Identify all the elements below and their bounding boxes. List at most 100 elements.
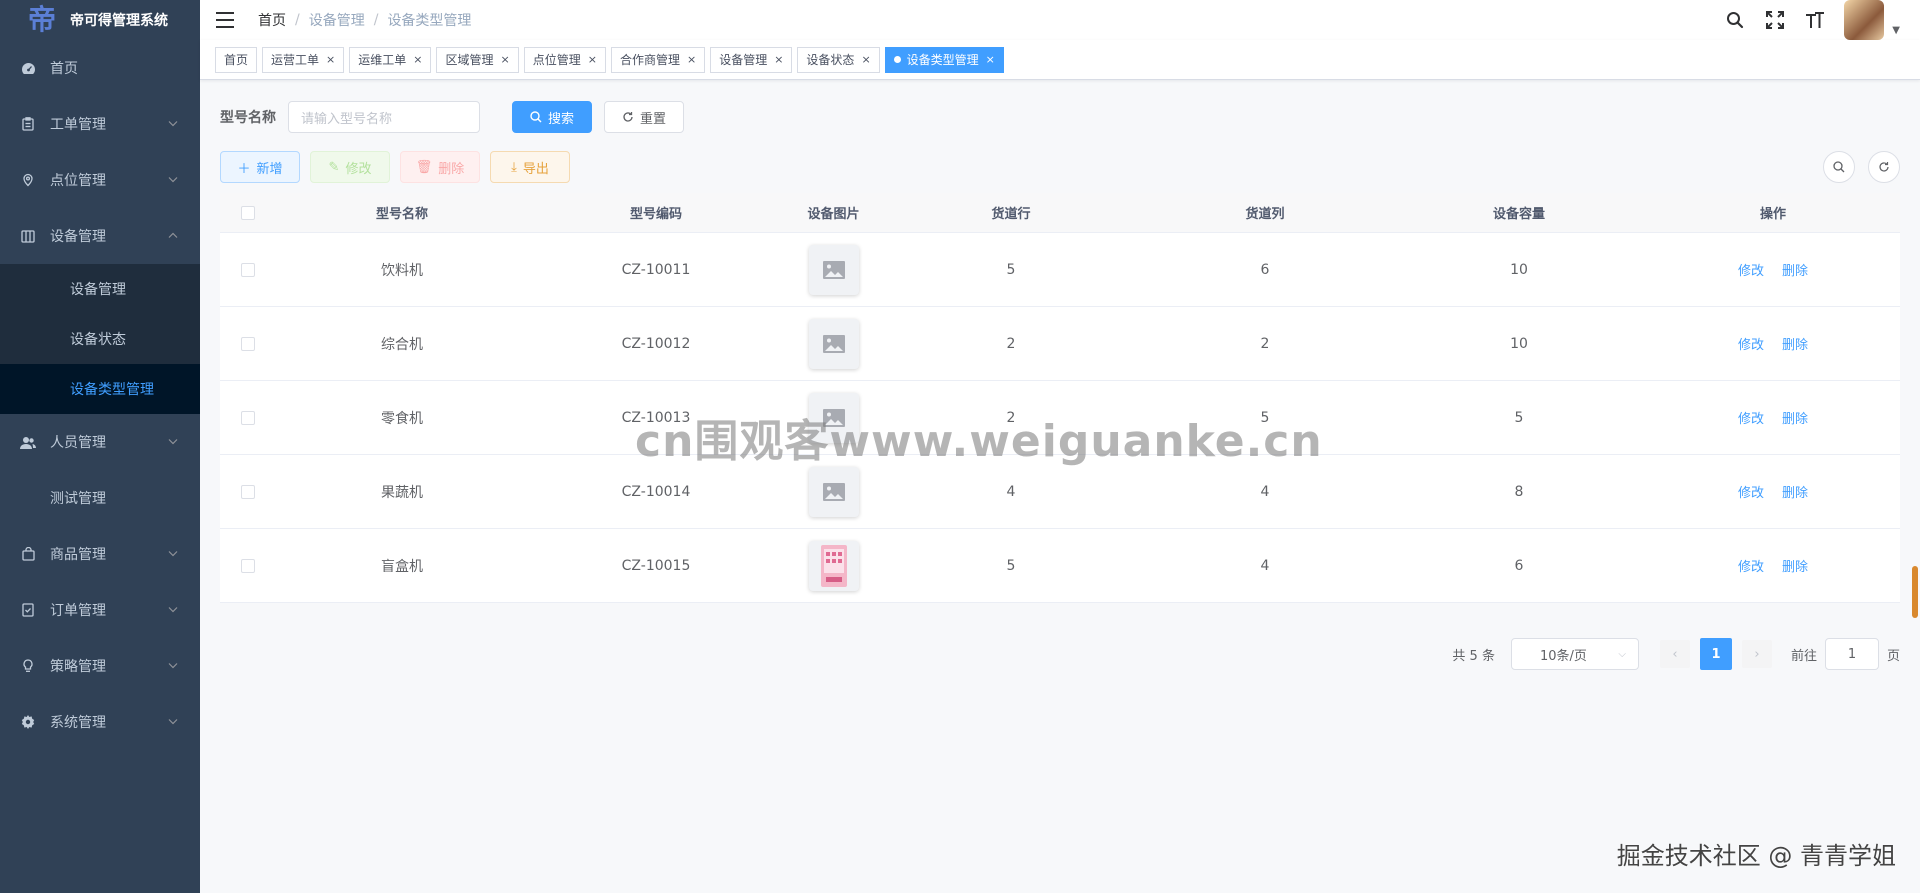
image-placeholder-icon[interactable]	[808, 244, 859, 295]
tab-0[interactable]: 首页	[215, 46, 258, 73]
row-delete-link[interactable]: 删除	[1782, 556, 1808, 575]
tab-label: 运维工单	[358, 53, 407, 67]
sidebar-item[interactable]: 策略管理	[0, 638, 200, 694]
tab-8[interactable]: 设备类型管理 ×	[884, 46, 1004, 73]
image-placeholder-icon[interactable]	[808, 318, 859, 369]
search-button[interactable]: 搜索	[512, 101, 592, 133]
column-header[interactable]: 型号编码	[529, 193, 783, 232]
column-header[interactable]: 型号名称	[275, 193, 529, 232]
row-checkbox[interactable]	[240, 410, 255, 425]
sidebar-item[interactable]: 测试管理	[0, 470, 200, 526]
close-icon[interactable]: ×	[501, 53, 510, 66]
lane-cols-cell: 2	[1260, 335, 1270, 352]
row-edit-link[interactable]: 修改	[1738, 334, 1764, 353]
model-name-input[interactable]: 请输入型号名称	[288, 101, 480, 133]
sidebar-subitem[interactable]: 设备状态	[0, 314, 200, 364]
close-icon[interactable]: ×	[326, 53, 335, 66]
close-icon[interactable]: ×	[413, 53, 422, 66]
export-button[interactable]: ⤓ 导出	[490, 151, 570, 183]
edit-button[interactable]: ✎ 修改	[310, 151, 390, 183]
device-image[interactable]	[808, 540, 859, 591]
sidebar-item[interactable]: 商品管理	[0, 526, 200, 582]
table-row[interactable]: 综合机 CZ-10012 2 2 10 修改 删除	[220, 307, 1900, 381]
font-size-icon[interactable]	[1804, 9, 1826, 31]
column-header[interactable]: 货道行	[884, 193, 1138, 232]
page-number-button[interactable]: 1	[1699, 638, 1732, 670]
page-size-select[interactable]: 10条/页 ⌵	[1510, 638, 1639, 670]
main-content: 型号名称 请输入型号名称 搜索 重置 ＋ 新增 ✎ 修改 🗑 删除 ⤓ 导出 型号名称 …	[200, 81, 1920, 893]
column-header[interactable]: 设备容量	[1392, 193, 1646, 232]
clipboard-icon	[20, 116, 36, 132]
table-row[interactable]: 零食机 CZ-10013 2 5 5 修改 删除	[220, 381, 1900, 455]
table-row[interactable]: 果蔬机 CZ-10014 4 4 8 修改 删除	[220, 455, 1900, 529]
prev-page-button[interactable]: ‹	[1659, 640, 1690, 668]
sidebar-toggle-icon[interactable]	[216, 12, 234, 28]
sidebar-item[interactable]: 工单管理	[0, 96, 200, 152]
close-icon[interactable]: ×	[687, 53, 696, 66]
row-checkbox[interactable]	[240, 484, 255, 499]
tab-5[interactable]: 合作商管理 ×	[610, 46, 706, 73]
table-row[interactable]: 饮料机 CZ-10011 5 6 10 修改 删除	[220, 233, 1900, 307]
select-all-checkbox[interactable]	[240, 205, 255, 220]
tab-4[interactable]: 点位管理 ×	[523, 46, 606, 73]
row-edit-link[interactable]: 修改	[1738, 260, 1764, 279]
chevron-down-icon	[168, 175, 178, 186]
tab-1[interactable]: 运营工单 ×	[262, 46, 345, 73]
row-edit-link[interactable]: 修改	[1738, 556, 1764, 575]
toggle-search-button[interactable]	[1823, 151, 1855, 183]
sidebar-item[interactable]: 系统管理	[0, 694, 200, 750]
image-placeholder-icon[interactable]	[808, 466, 859, 517]
row-delete-link[interactable]: 删除	[1782, 334, 1808, 353]
bulb-icon	[20, 658, 36, 674]
sidebar-item[interactable]: 订单管理	[0, 582, 200, 638]
next-page-button[interactable]: ›	[1741, 640, 1772, 668]
app-logo[interactable]: 帝 帝可得管理系统	[0, 0, 200, 40]
sidebar-item[interactable]: 人员管理	[0, 414, 200, 470]
row-checkbox[interactable]	[240, 336, 255, 351]
sidebar-item[interactable]: 点位管理	[0, 152, 200, 208]
lane-rows-cell: 5	[1006, 557, 1016, 574]
row-checkbox[interactable]	[240, 558, 255, 573]
tab-3[interactable]: 区域管理 ×	[436, 46, 519, 73]
page-scrollbar[interactable]	[1912, 566, 1918, 618]
reset-button[interactable]: 重置	[604, 101, 684, 133]
add-button[interactable]: ＋ 新增	[220, 151, 300, 183]
tab-7[interactable]: 设备状态 ×	[797, 46, 880, 73]
close-icon[interactable]: ×	[774, 53, 783, 66]
sidebar-subitem[interactable]: 设备管理	[0, 264, 200, 314]
tab-6[interactable]: 设备管理 ×	[710, 46, 793, 73]
breadcrumb-item[interactable]: 首页	[258, 10, 286, 30]
chevron-left-icon: ‹	[1672, 646, 1678, 662]
sidebar-item[interactable]: 设备管理	[0, 208, 200, 264]
row-edit-link[interactable]: 修改	[1738, 408, 1764, 427]
search-icon[interactable]	[1724, 9, 1746, 31]
goto-page-input[interactable]: 1	[1824, 638, 1879, 670]
sidebar-subitem[interactable]: 设备类型管理	[0, 364, 200, 414]
chevron-down-icon	[168, 605, 178, 616]
column-header[interactable]: 货道列	[1138, 193, 1392, 232]
chevron-down-icon	[168, 549, 178, 560]
table-row[interactable]: 盲盒机 CZ-10015 5 4 6 修改 删除	[220, 529, 1900, 603]
tab-2[interactable]: 运维工单 ×	[349, 46, 432, 73]
refresh-button[interactable]	[1868, 151, 1900, 183]
caret-down-icon[interactable]: ▼	[1892, 25, 1900, 36]
delete-button[interactable]: 🗑 删除	[400, 151, 480, 183]
active-dot	[893, 56, 901, 63]
add-button-label: 新增	[256, 161, 283, 177]
row-delete-link[interactable]: 删除	[1782, 482, 1808, 501]
trash-icon: 🗑	[415, 159, 433, 175]
close-icon[interactable]: ×	[986, 53, 995, 66]
fullscreen-icon[interactable]	[1764, 9, 1786, 31]
row-delete-link[interactable]: 删除	[1782, 408, 1808, 427]
capacity-cell: 5	[1514, 409, 1524, 426]
image-placeholder-icon[interactable]	[808, 392, 859, 443]
row-checkbox[interactable]	[240, 262, 255, 277]
close-icon[interactable]: ×	[861, 53, 870, 66]
total-count: 共 5 条	[1452, 648, 1495, 664]
sidebar-item[interactable]: 首页	[0, 40, 200, 96]
lane-rows-cell: 5	[1006, 261, 1016, 278]
close-icon[interactable]: ×	[588, 53, 597, 66]
row-delete-link[interactable]: 删除	[1782, 260, 1808, 279]
user-avatar[interactable]	[1844, 0, 1885, 40]
row-edit-link[interactable]: 修改	[1738, 482, 1764, 501]
